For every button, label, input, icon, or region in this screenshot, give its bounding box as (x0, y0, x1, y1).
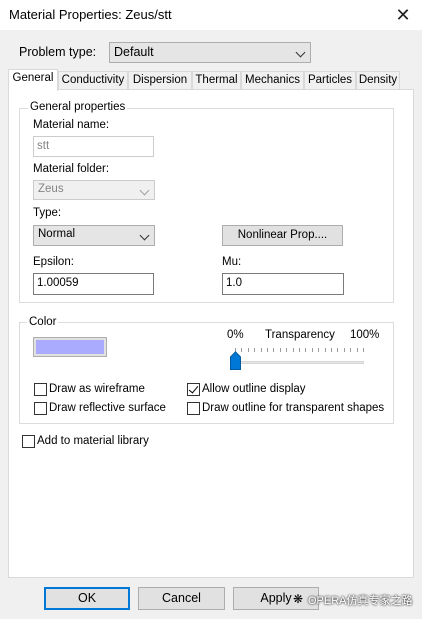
watermark-text: OPERA仿真专家之路 (308, 595, 413, 607)
slider-tick (350, 348, 352, 352)
window-title: Material Properties: Zeus/stt (9, 7, 172, 22)
wechat-icon: ❋ (293, 592, 304, 606)
material-folder-select[interactable]: Zeus (33, 180, 155, 200)
slider-tick (311, 348, 313, 352)
slider-tick (331, 348, 332, 352)
material-folder-label: Material folder: (33, 163, 110, 175)
material-name-field[interactable]: stt (33, 136, 154, 157)
slider-tick (318, 348, 320, 352)
tab-general[interactable]: General (8, 69, 58, 91)
type-select[interactable]: Normal (33, 225, 155, 246)
tab-dispersion[interactable]: Dispersion (128, 71, 192, 90)
draw-wireframe-checkbox[interactable] (34, 383, 47, 396)
transparency-slider-track[interactable] (232, 361, 364, 364)
epsilon-field[interactable]: 1.00059 (33, 273, 154, 295)
slider-tick (363, 348, 364, 352)
problem-type-select[interactable]: Default (109, 42, 311, 63)
slider-tick (356, 348, 358, 352)
color-group-title: Color (27, 316, 59, 328)
transparency-max-label: 100% (350, 329, 380, 341)
draw-reflective-checkbox[interactable] (34, 402, 47, 415)
tab-mechanics[interactable]: Mechanics (241, 71, 304, 90)
slider-tick (343, 348, 345, 352)
general-properties-title: General properties (28, 101, 128, 113)
slider-tick (337, 348, 339, 352)
chevron-down-icon (295, 47, 306, 58)
tab-strip: General Conductivity Dispersion Thermal … (8, 69, 400, 91)
slider-tick (260, 348, 262, 352)
mu-label: Mu: (222, 256, 242, 268)
material-name-label: Material name: (33, 119, 110, 131)
material-folder-value: Zeus (38, 183, 64, 195)
type-value: Normal (38, 228, 76, 240)
mu-field[interactable]: 1.0 (222, 273, 344, 295)
color-swatch-button[interactable] (33, 337, 107, 357)
ok-button[interactable]: OK (44, 587, 130, 610)
tab-density[interactable]: Density (356, 71, 400, 90)
add-to-library-checkbox[interactable] (22, 435, 35, 448)
draw-wireframe-label: Draw as wireframe (49, 383, 145, 395)
title-bar: Material Properties: Zeus/stt ✕ (0, 0, 422, 30)
transparency-slider-thumb[interactable] (230, 351, 241, 370)
draw-outline-transparent-label: Draw outline for transparent shapes (202, 402, 385, 414)
add-to-library-label: Add to material library (37, 435, 149, 447)
cancel-button[interactable]: Cancel (138, 587, 225, 610)
problem-type-label: Problem type: (19, 45, 97, 59)
tab-particles[interactable]: Particles (304, 71, 356, 90)
nonlinear-prop-button[interactable]: Nonlinear Prop.... (222, 225, 343, 246)
color-swatch-fill (36, 340, 104, 354)
allow-outline-checkbox[interactable] (187, 383, 200, 396)
tab-thermal[interactable]: Thermal (192, 71, 241, 90)
slider-tick (299, 348, 300, 352)
slider-tick (267, 348, 268, 352)
allow-outline-label: Allow outline display (202, 383, 306, 395)
type-label: Type: (33, 207, 62, 219)
slider-tick (254, 348, 256, 352)
close-icon[interactable]: ✕ (392, 4, 414, 26)
chevron-down-icon (139, 230, 150, 241)
draw-outline-transparent-checkbox[interactable] (187, 402, 200, 415)
slider-tick (241, 348, 243, 352)
slider-tick (247, 348, 249, 352)
slider-tick (292, 348, 294, 352)
draw-reflective-label: Draw reflective surface (49, 402, 166, 414)
apply-button[interactable]: Apply (233, 587, 319, 610)
epsilon-label: Epsilon: (33, 256, 74, 268)
chevron-down-icon (139, 185, 150, 196)
slider-tick (286, 348, 288, 352)
tab-conductivity[interactable]: Conductivity (58, 71, 128, 90)
slider-tick (273, 348, 275, 352)
slider-tick (279, 348, 281, 352)
problem-type-value: Default (114, 45, 154, 59)
slider-tick (324, 348, 326, 352)
transparency-label: Transparency (265, 329, 335, 341)
transparency-min-label: 0% (227, 329, 244, 341)
slider-tick (305, 348, 307, 352)
